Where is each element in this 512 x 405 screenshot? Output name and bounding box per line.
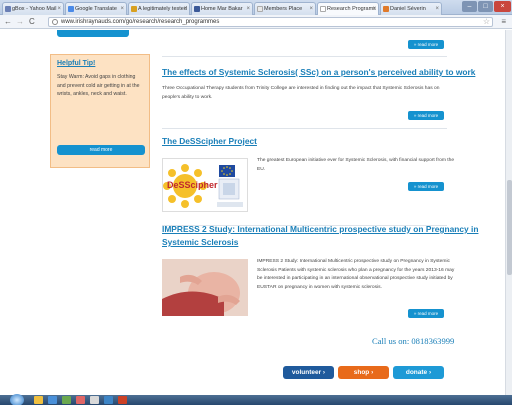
shop-button[interactable]: shop › [338, 366, 389, 379]
desscipher-logo-text: DeSScipher [167, 180, 218, 190]
article-text: Three Occupational Therapy students from… [162, 86, 440, 100]
tip-title[interactable]: Helpful Tip! [57, 60, 95, 67]
maximize-button[interactable]: □ [478, 1, 493, 12]
close-icon[interactable]: × [57, 3, 61, 15]
browser-tab[interactable]: gBox - Yahoo Mail × [2, 2, 64, 15]
browser-tab[interactable]: A legitimately tested × [128, 2, 190, 15]
ie-icon[interactable] [48, 396, 57, 404]
browser-tab[interactable]: Members Place × [254, 2, 316, 15]
tab-label: Google Translate [75, 6, 117, 12]
app-icon[interactable] [90, 396, 99, 404]
phone-number[interactable]: Call us on: 0818363999 [372, 336, 454, 346]
page-info-icon[interactable] [52, 19, 58, 25]
desscipher-logo-image[interactable]: DeSScipher [162, 158, 248, 212]
tip-read-more-button[interactable]: read more [57, 145, 145, 155]
read-more-button[interactable]: » read more [408, 111, 444, 120]
article-text: IMPRESS 2 Study: International Multicent… [257, 259, 455, 290]
tab-label: Members Place [264, 6, 303, 12]
close-icon[interactable]: × [120, 3, 124, 15]
helpful-tip-box: Helpful Tip! Stay Warm: Avoid gaps in cl… [50, 54, 150, 168]
close-icon[interactable]: × [309, 3, 313, 15]
url-text: www.irishraynauds.com/go/research/resear… [61, 19, 220, 25]
start-button-icon[interactable] [10, 394, 24, 405]
menu-icon[interactable]: ≡ [501, 17, 506, 26]
browser-tab-bar: gBox - Yahoo Mail × Google Translate × A… [0, 0, 512, 15]
page-viewport: Helpful Tip! Stay Warm: Avoid gaps in cl… [0, 30, 505, 395]
browser-tab[interactable]: Google Translate × [65, 2, 127, 15]
bookmark-star-icon[interactable]: ☆ [483, 17, 490, 26]
divider [162, 56, 447, 57]
browser-tab-active[interactable]: Research Programs × [317, 2, 379, 15]
explorer-icon[interactable] [34, 396, 43, 404]
tab-label: Home Mar Bakar [201, 6, 243, 12]
divider [162, 128, 447, 129]
page-icon [383, 6, 389, 12]
close-icon[interactable]: × [246, 3, 250, 15]
chrome-icon[interactable] [104, 396, 113, 404]
forward-icon[interactable]: → [16, 17, 24, 27]
app-icon[interactable] [76, 396, 85, 404]
address-bar[interactable]: www.irishraynauds.com/go/research/resear… [48, 17, 493, 27]
tab-label: gBox - Yahoo Mail [12, 6, 57, 12]
pregnancy-image[interactable] [162, 259, 248, 316]
tab-label: Daniel Séverin [390, 6, 426, 12]
top-button-partial[interactable] [57, 30, 129, 37]
tab-label: Research Programs [327, 6, 376, 12]
article-text: The greatest European initiative ever fo… [257, 158, 455, 172]
close-icon[interactable]: × [372, 3, 376, 15]
pregnancy-photo-graphic [162, 259, 248, 316]
page-icon [131, 6, 137, 12]
read-more-button[interactable]: » read more [408, 309, 444, 318]
tip-text: Stay Warm: Avoid gaps in clothing and pr… [57, 74, 140, 98]
article-title-continued[interactable]: Systemic Sclerosis [162, 237, 238, 247]
browser-tab[interactable]: Daniel Séverin × [380, 2, 442, 15]
close-icon[interactable]: × [183, 3, 187, 15]
article-title[interactable]: The effects of Systemic Sclerosis( SSc) … [162, 67, 475, 77]
facebook-icon [194, 6, 200, 12]
browser-tab[interactable]: Home Mar Bakar × [191, 2, 253, 15]
app-icon[interactable] [118, 396, 127, 404]
vertical-scrollbar[interactable] [505, 30, 512, 395]
close-window-button[interactable]: × [494, 1, 511, 12]
reload-icon[interactable]: C [29, 17, 35, 27]
translate-icon [68, 6, 74, 12]
page-icon [257, 6, 263, 12]
read-more-button[interactable]: » read more [408, 182, 444, 191]
windows-taskbar [0, 394, 512, 405]
page-icon [320, 6, 326, 12]
browser-toolbar: ← → C www.irishraynauds.com/go/research/… [0, 15, 512, 29]
media-icon[interactable] [62, 396, 71, 404]
tab-label: A legitimately tested [138, 6, 187, 12]
back-icon[interactable]: ← [4, 17, 12, 27]
article-title[interactable]: The DeSScipher Project [162, 136, 257, 146]
screen: gBox - Yahoo Mail × Google Translate × A… [0, 0, 512, 405]
read-more-button[interactable]: » read more [408, 40, 444, 49]
donate-button[interactable]: donate › [393, 366, 444, 379]
article-title[interactable]: IMPRESS 2 Study: International Multicent… [162, 224, 478, 234]
mail-icon [5, 6, 11, 12]
close-icon[interactable]: × [435, 3, 439, 15]
minimize-button[interactable]: – [462, 1, 477, 12]
scrollbar-thumb[interactable] [507, 180, 512, 275]
volunteer-button[interactable]: volunteer › [283, 366, 334, 379]
